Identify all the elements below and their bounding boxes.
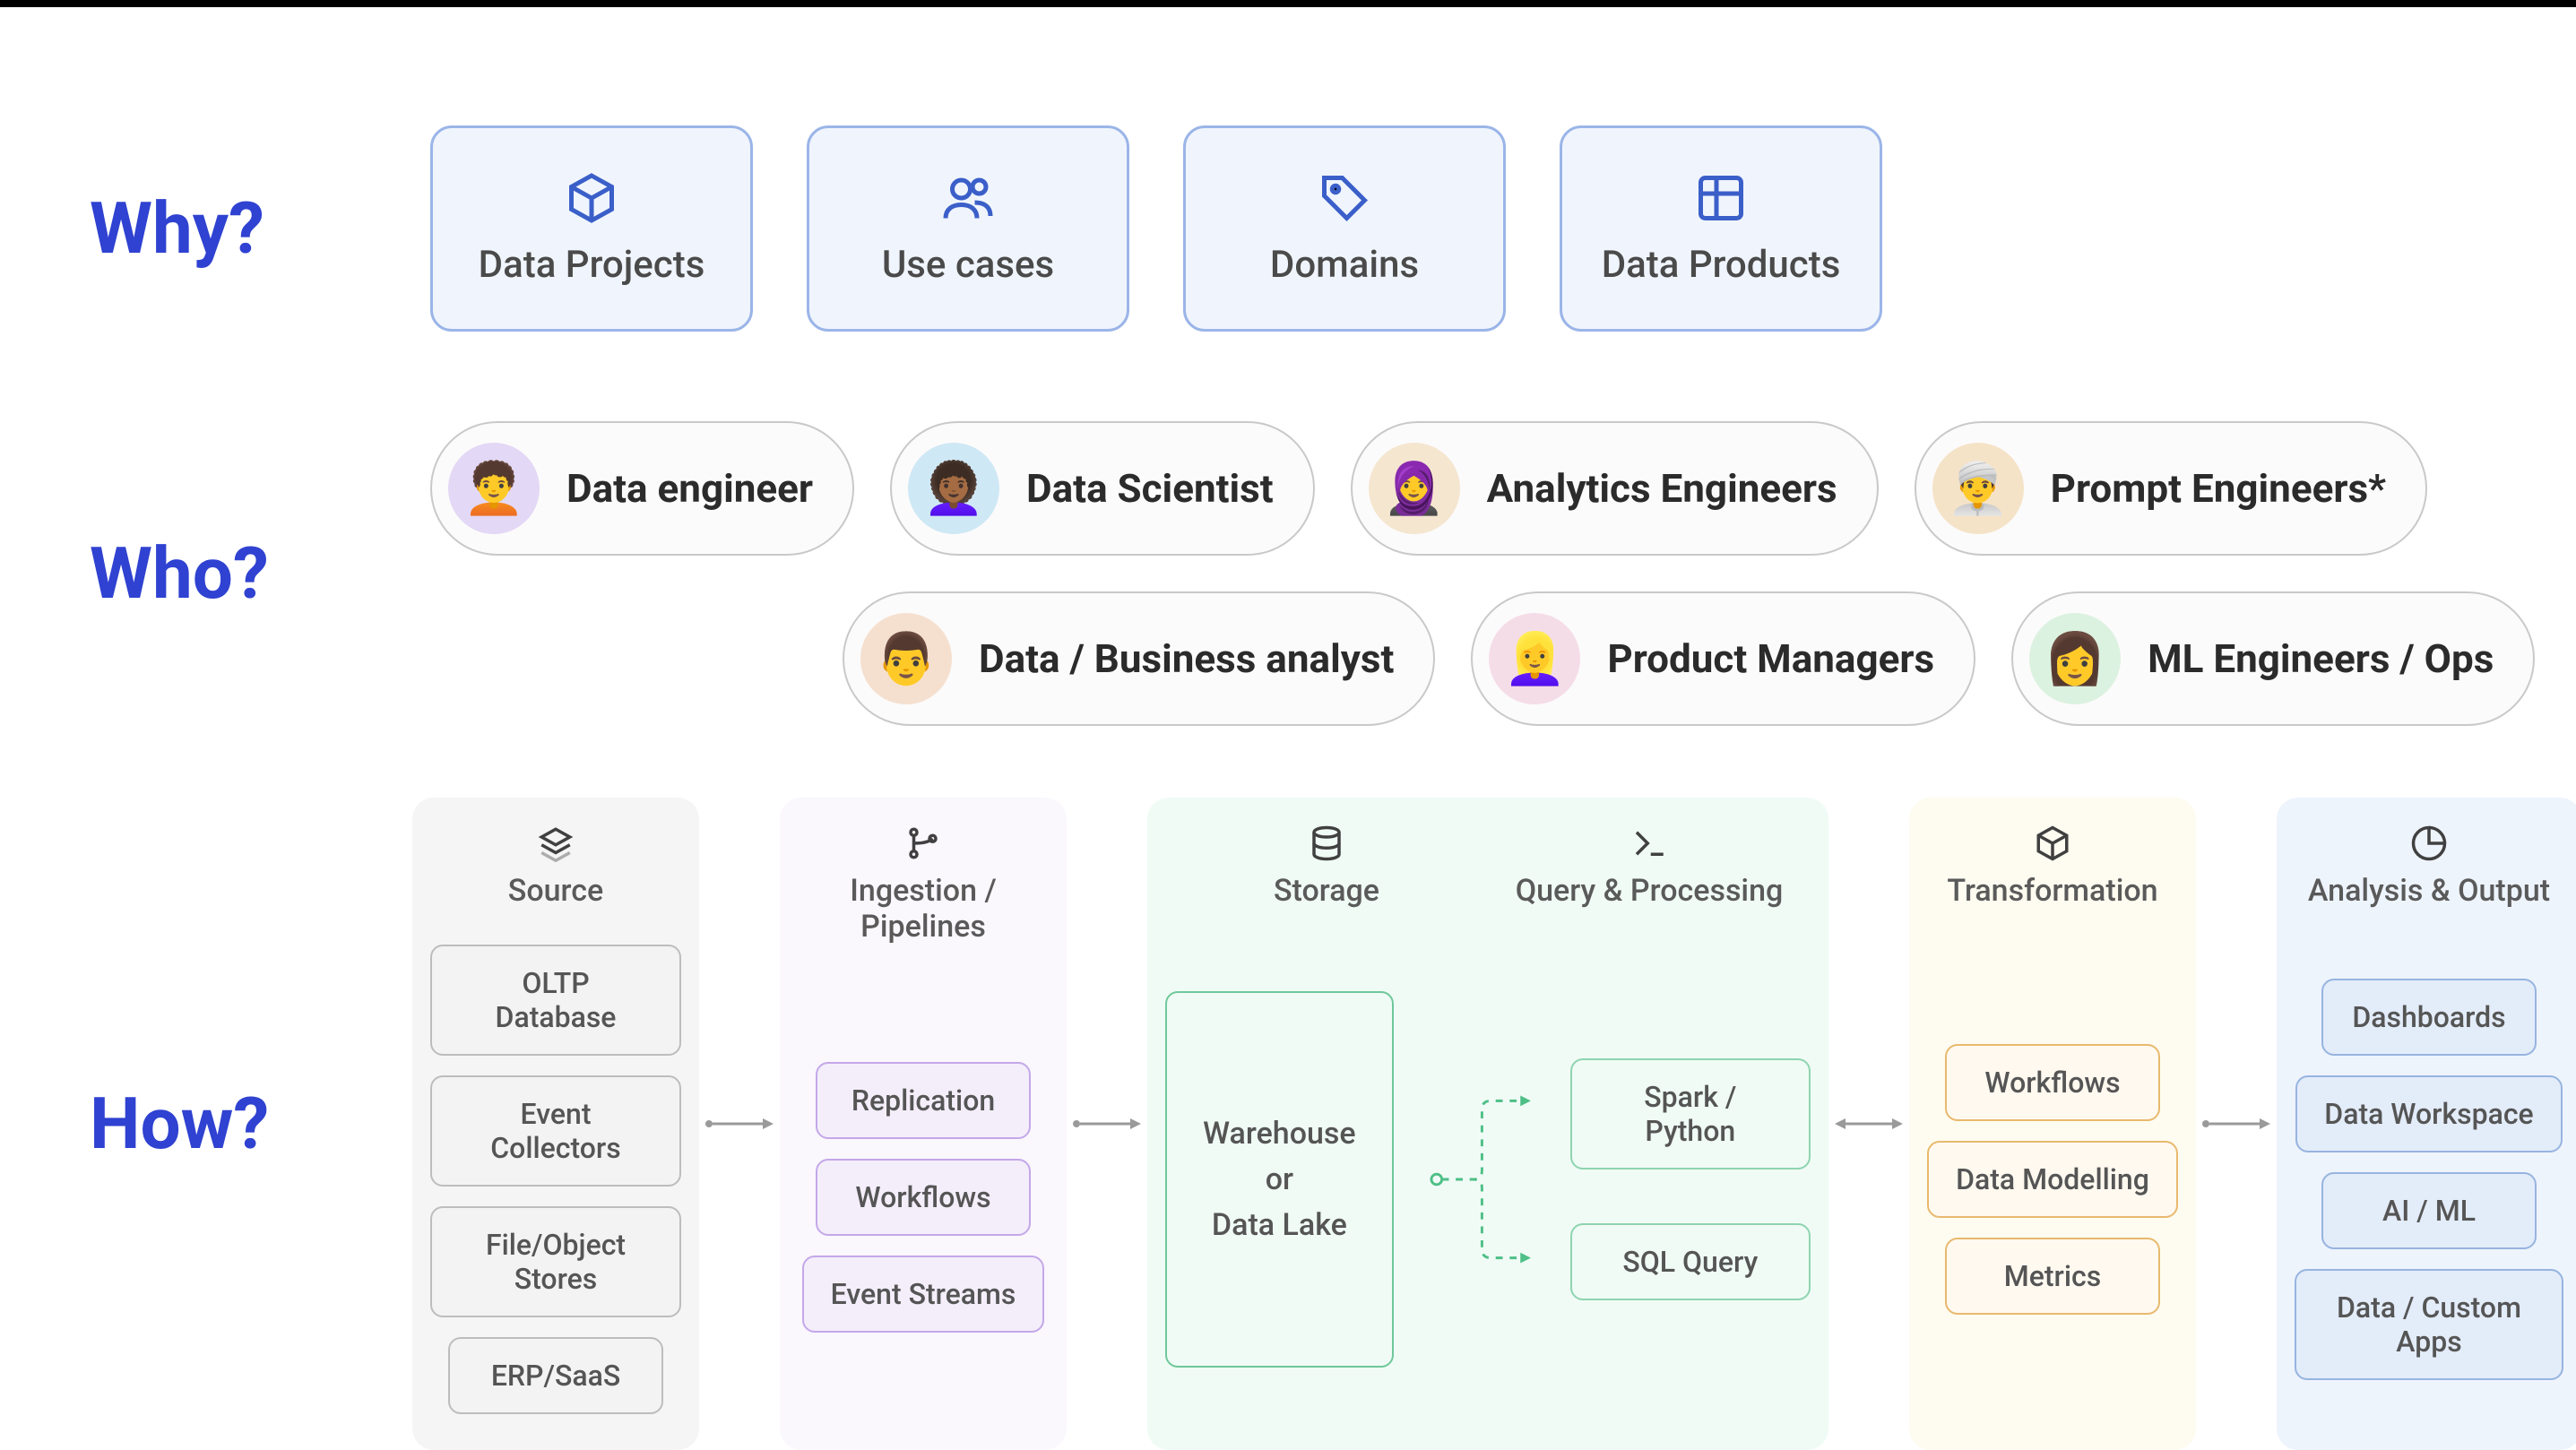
- lane-title: Transformation: [1947, 873, 2157, 909]
- why-label: Use cases: [882, 243, 1054, 287]
- arrow-icon: [1067, 1110, 1147, 1137]
- who-analytics-engineers: 🧕 Analytics Engineers: [1351, 421, 1879, 556]
- chip-file-stores: File/Object Stores: [430, 1206, 681, 1317]
- role-label: Data engineer: [566, 465, 813, 512]
- who-heading: Who?: [90, 531, 394, 616]
- who-prompt-engineers: 👳‍♂️ Prompt Engineers*: [1915, 421, 2427, 556]
- chip-replication: Replication: [816, 1062, 1031, 1139]
- who-row-1: 🧑‍🦱 Data engineer 👩🏾‍🦱 Data Scientist 🧕 …: [430, 421, 2535, 556]
- cube-icon: [2034, 824, 2071, 862]
- why-heading: Why?: [90, 186, 394, 271]
- avatar: 🧕: [1369, 443, 1460, 534]
- role-label: Analytics Engineers: [1487, 465, 1837, 512]
- why-label: Data Products: [1602, 243, 1841, 287]
- avatar: 👩: [2029, 613, 2121, 704]
- role-label: Data / Business analyst: [979, 635, 1394, 682]
- why-card-products: Data Products: [1560, 125, 1882, 332]
- chip-data-modelling: Data Modelling: [1927, 1141, 2178, 1218]
- lane-output: Analysis & Output Dashboards Data Worksp…: [2277, 798, 2576, 1450]
- lane-source: Source OLTP Database Event Collectors Fi…: [412, 798, 699, 1450]
- arrow-icon: [2196, 1110, 2277, 1137]
- terminal-icon: [1630, 824, 1668, 862]
- chip-transform-workflows: Workflows: [1945, 1044, 2160, 1121]
- why-label: Domains: [1270, 243, 1419, 287]
- avatar: 👳‍♂️: [1932, 443, 2024, 534]
- who-ml-engineers: 👩 ML Engineers / Ops: [2011, 591, 2535, 726]
- lane-title: Ingestion / Pipelines: [798, 873, 1049, 945]
- chip-dashboards: Dashboards: [2321, 979, 2537, 1056]
- lane-title: Analysis & Output: [2308, 873, 2550, 909]
- why-card-domains: Domains: [1183, 125, 1506, 332]
- why-cards: Data Projects Use cases Domains Data Pro…: [430, 125, 1882, 332]
- bidir-arrow-icon: [1828, 1110, 1909, 1137]
- branch-icon: [904, 824, 942, 862]
- chip-ai-ml: AI / ML: [2321, 1172, 2537, 1249]
- dashed-connector-icon: [1430, 1045, 1534, 1314]
- avatar: 👱‍♀️: [1489, 613, 1580, 704]
- who-row-2: 👨 Data / Business analyst 👱‍♀️ Product M…: [843, 591, 2535, 726]
- chip-metrics: Metrics: [1945, 1238, 2160, 1315]
- lane-title: Query & Processing: [1516, 873, 1784, 909]
- how-heading: How?: [90, 1082, 394, 1166]
- chip-data-workspace: Data Workspace: [2295, 1075, 2562, 1152]
- chip-event-streams: Event Streams: [802, 1256, 1045, 1333]
- role-label: Prompt Engineers*: [2051, 465, 2386, 512]
- chip-workflows: Workflows: [816, 1159, 1031, 1236]
- lane-title: Storage: [1274, 873, 1379, 909]
- role-label: Data Scientist: [1026, 465, 1274, 512]
- tag-icon: [1318, 171, 1371, 225]
- why-card-usecases: Use cases: [807, 125, 1129, 332]
- chip-warehouse-lake: Warehouse or Data Lake: [1165, 991, 1394, 1368]
- role-label: Product Managers: [1607, 635, 1934, 682]
- layers-icon: [537, 824, 575, 862]
- who-business-analyst: 👨 Data / Business analyst: [843, 591, 1435, 726]
- storage-line2: or: [1266, 1157, 1293, 1203]
- lane-title: Source: [508, 873, 603, 909]
- chip-sql-query: SQL Query: [1570, 1223, 1811, 1300]
- why-label: Data Projects: [479, 243, 705, 287]
- lane-storage-processing: Storage Query & Processing Warehouse or …: [1147, 798, 1828, 1450]
- storage-line1: Warehouse: [1203, 1111, 1355, 1157]
- database-icon: [1308, 824, 1345, 862]
- cube-icon: [565, 171, 618, 225]
- chip-spark-python: Spark / Python: [1570, 1058, 1811, 1169]
- grid-icon: [1694, 171, 1748, 225]
- chip-oltp: OLTP Database: [430, 945, 681, 1056]
- who-product-managers: 👱‍♀️ Product Managers: [1471, 591, 1975, 726]
- avatar: 👩🏾‍🦱: [908, 443, 999, 534]
- users-icon: [941, 171, 995, 225]
- chip-custom-apps: Data / Custom Apps: [2295, 1269, 2563, 1380]
- avatar: 👨: [860, 613, 952, 704]
- storage-line3: Data Lake: [1212, 1203, 1347, 1248]
- role-label: ML Engineers / Ops: [2148, 635, 2494, 682]
- why-card-projects: Data Projects: [430, 125, 753, 332]
- lane-transformation: Transformation Workflows Data Modelling …: [1909, 798, 2196, 1450]
- chip-event-collectors: Event Collectors: [430, 1075, 681, 1187]
- piechart-icon: [2410, 824, 2448, 862]
- lane-ingestion: Ingestion / Pipelines Replication Workfl…: [780, 798, 1067, 1450]
- arrow-icon: [699, 1110, 780, 1137]
- who-data-scientist: 👩🏾‍🦱 Data Scientist: [890, 421, 1315, 556]
- avatar: 🧑‍🦱: [448, 443, 540, 534]
- who-data-engineer: 🧑‍🦱 Data engineer: [430, 421, 854, 556]
- chip-erp-saas: ERP/SaaS: [448, 1337, 663, 1414]
